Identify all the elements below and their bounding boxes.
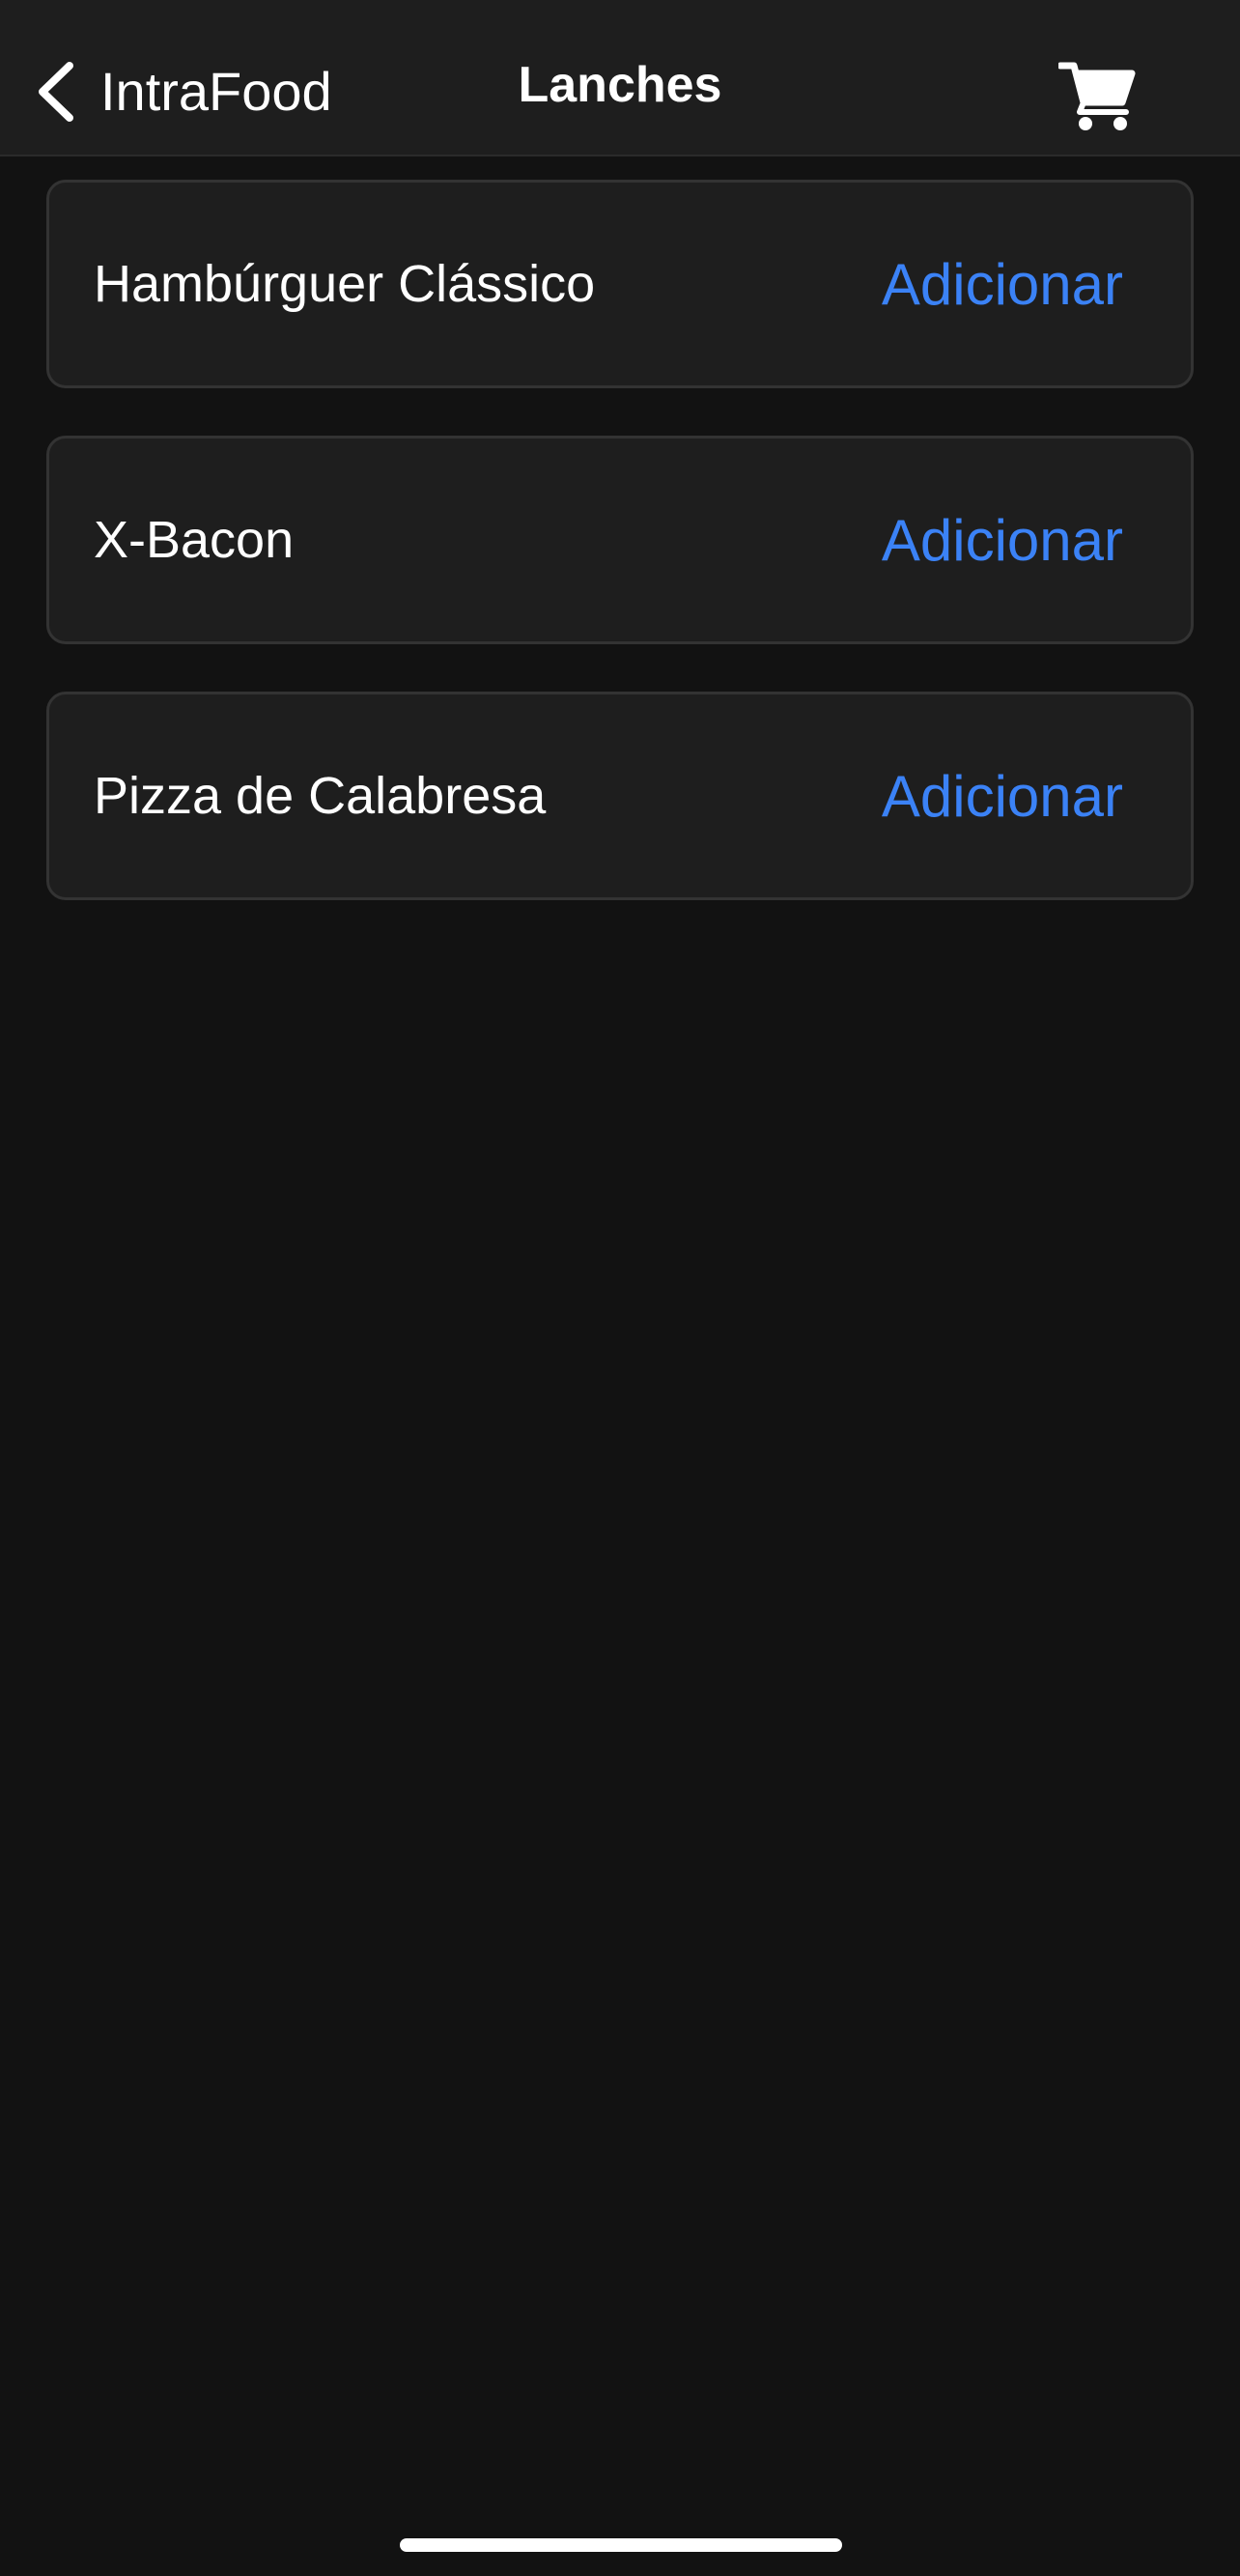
navigation-bar: IntraFood Lanches (0, 0, 1240, 156)
item-name: Hambúrguer Clássico (94, 255, 596, 313)
add-button[interactable]: Adicionar (882, 183, 1123, 385)
page-title: Lanches (518, 57, 722, 113)
add-button[interactable]: Adicionar (882, 439, 1123, 641)
list-item: Pizza de Calabresa Adicionar (46, 692, 1194, 900)
cart-button[interactable] (1058, 58, 1136, 131)
list-item: Hambúrguer Clássico Adicionar (46, 180, 1194, 388)
home-indicator (400, 2538, 842, 2552)
item-name: Pizza de Calabresa (94, 767, 547, 825)
list-item: X-Bacon Adicionar (46, 436, 1194, 644)
item-name: X-Bacon (94, 511, 295, 569)
cart-icon (1058, 62, 1136, 130)
add-button[interactable]: Adicionar (882, 694, 1123, 897)
product-list: Hambúrguer Clássico Adicionar X-Bacon Ad… (46, 180, 1194, 948)
